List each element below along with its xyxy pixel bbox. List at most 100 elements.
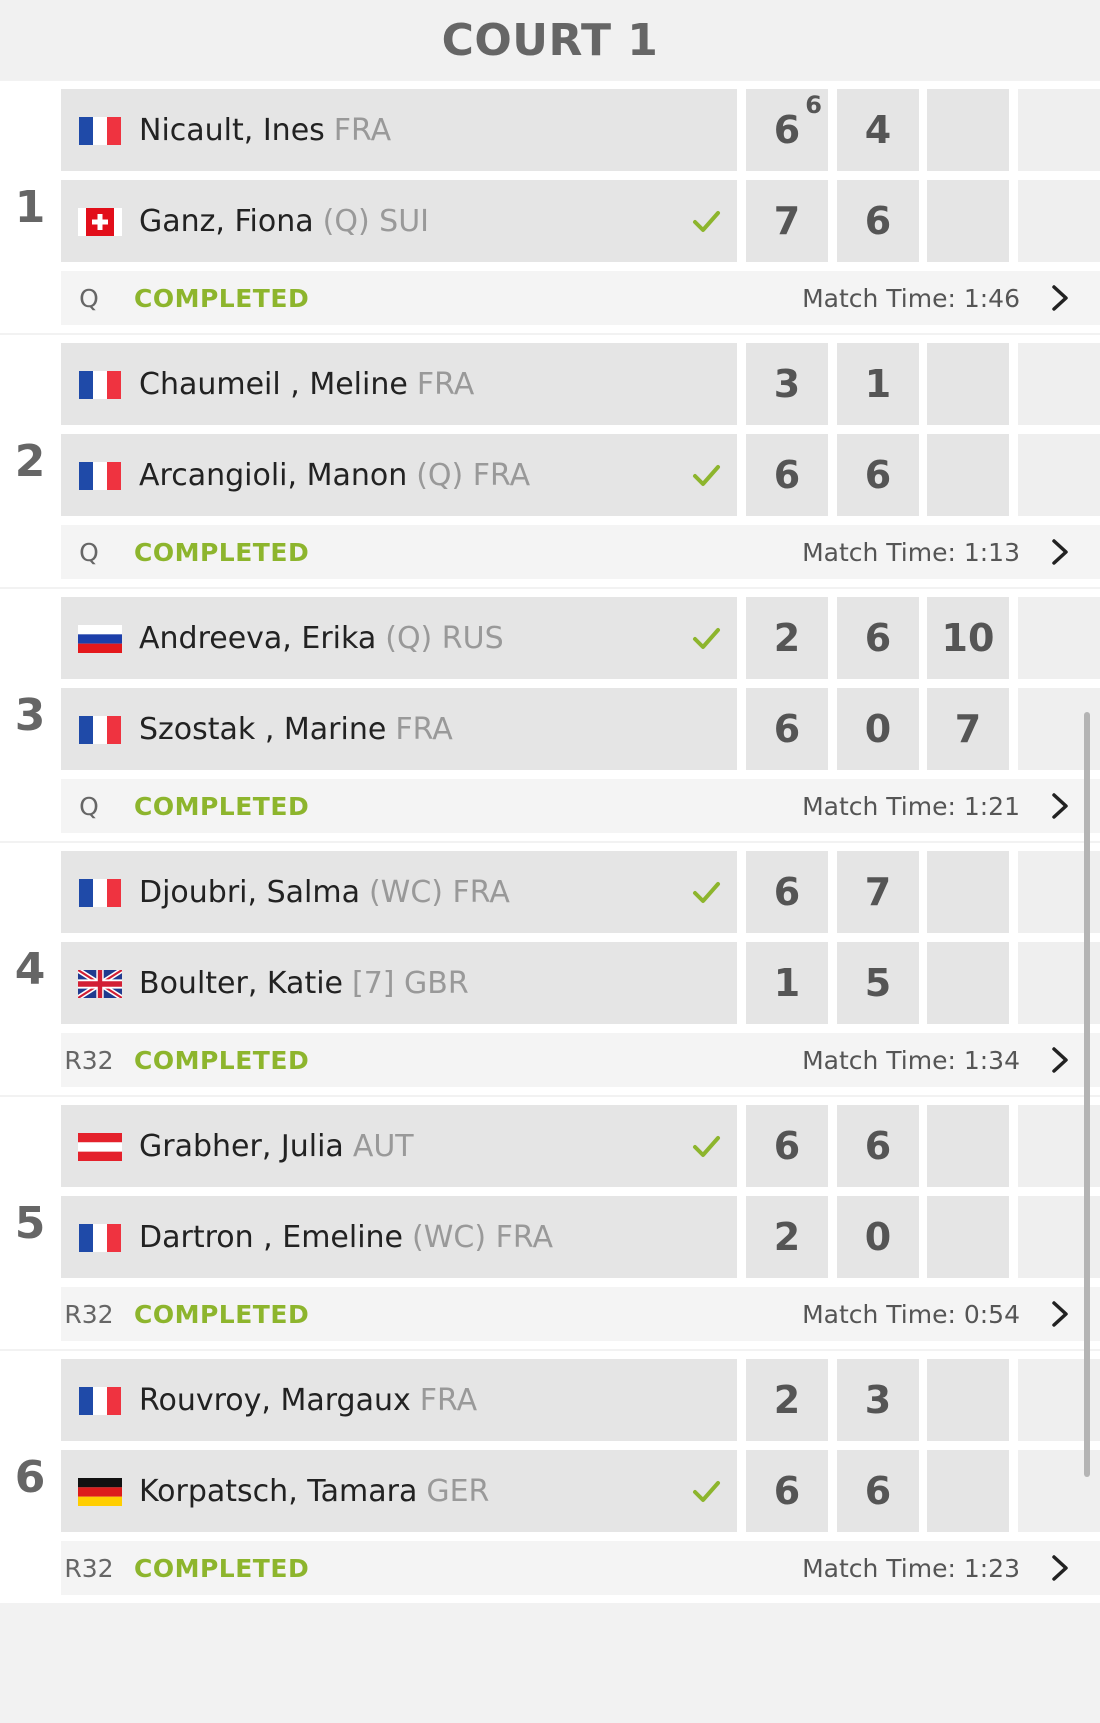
round-label: R32 <box>64 1553 114 1583</box>
chevron-right-icon[interactable] <box>1048 1046 1072 1074</box>
set-score-empty <box>1018 434 1100 516</box>
player-row[interactable]: Arcangioli, Manon (Q) FRA <box>61 434 737 516</box>
set-score-value: 6 <box>864 199 892 243</box>
player-row[interactable]: Ganz, Fiona (Q) SUI <box>61 180 737 262</box>
player-seed-country: FRA <box>416 366 475 402</box>
set-score: 6 <box>837 180 919 262</box>
chevron-right-icon[interactable] <box>1048 1554 1072 1582</box>
set-score-value: 2 <box>773 1215 801 1259</box>
player-name: Korpatsch, Tamara <box>139 1473 418 1509</box>
set-score-value: 6 <box>864 1469 892 1513</box>
set-score: 6 <box>746 688 828 770</box>
check-icon <box>689 621 723 655</box>
flag-fra-icon <box>78 1387 122 1415</box>
player-name-wrap: Rouvroy, Margaux FRA <box>139 1359 477 1441</box>
set-score <box>927 180 1009 262</box>
set-score: 4 <box>837 89 919 171</box>
flag-fra-icon <box>78 879 122 907</box>
set-score-value: 1 <box>773 961 801 1005</box>
player-row[interactable]: Nicault, Ines FRA <box>61 89 737 171</box>
tiebreak-score: 6 <box>805 91 822 119</box>
match-card: 1 Nicault, Ines FRA 664 Ganz, Fiona (Q) … <box>0 81 1100 333</box>
player-name-wrap: Ganz, Fiona (Q) SUI <box>139 180 429 262</box>
match-time: Match Time: 1:46 <box>802 283 1020 313</box>
set-score: 2 <box>746 597 828 679</box>
player-row[interactable]: Szostak , Marine FRA <box>61 688 737 770</box>
set-score-value: 6 <box>773 707 801 751</box>
match-status-row[interactable]: R32 COMPLETED Match Time: 1:23 <box>61 1541 1100 1595</box>
chevron-right-icon[interactable] <box>1048 538 1072 566</box>
player-seed-country: (Q) SUI <box>322 203 430 239</box>
player-row[interactable]: Chaumeil , Meline FRA <box>61 343 737 425</box>
set-score: 2 <box>746 1359 828 1441</box>
chevron-right-icon[interactable] <box>1048 284 1072 312</box>
player-row[interactable]: Rouvroy, Margaux FRA <box>61 1359 737 1441</box>
set-score-value: 4 <box>864 108 892 152</box>
set-score-value: 6 <box>864 453 892 497</box>
status-label: COMPLETED <box>134 1553 310 1583</box>
match-time: Match Time: 1:34 <box>802 1045 1020 1075</box>
match-card: 2 Chaumeil , Meline FRA 3 1 Arcangioli, M… <box>0 335 1100 587</box>
player-row[interactable]: Andreeva, Erika (Q) RUS <box>61 597 737 679</box>
set-score: 7 <box>746 180 828 262</box>
match-number: 4 <box>14 943 46 995</box>
player-row[interactable]: Djoubri, Salma (WC) FRA <box>61 851 737 933</box>
set-score-value: 7 <box>864 870 892 914</box>
player-seed-country: (Q) FRA <box>416 457 531 493</box>
player-seed-country: GER <box>426 1473 490 1509</box>
player-name: Rouvroy, Margaux <box>139 1382 411 1418</box>
set-score-empty <box>1018 343 1100 425</box>
set-score: 1 <box>837 343 919 425</box>
flag-fra-icon <box>78 716 122 744</box>
set-score <box>927 1359 1009 1441</box>
player-name-wrap: Arcangioli, Manon (Q) FRA <box>139 434 530 516</box>
match-number: 5 <box>14 1197 46 1249</box>
player-name-wrap: Grabher, Julia AUT <box>139 1105 414 1187</box>
chevron-right-icon[interactable] <box>1048 792 1072 820</box>
match-status-row[interactable]: Q COMPLETED Match Time: 1:46 <box>61 271 1100 325</box>
flag-fra-icon <box>78 462 122 490</box>
match-number: 2 <box>14 435 46 487</box>
status-label: COMPLETED <box>134 537 310 567</box>
player-name: Andreeva, Erika <box>139 620 377 656</box>
chevron-right-icon[interactable] <box>1048 1300 1072 1328</box>
player-name: Ganz, Fiona <box>139 203 314 239</box>
match-status-row[interactable]: Q COMPLETED Match Time: 1:13 <box>61 525 1100 579</box>
set-score <box>927 343 1009 425</box>
player-row[interactable]: Boulter, Katie [7] GBR <box>61 942 737 1024</box>
set-score-value: 2 <box>773 1378 801 1422</box>
match-time: Match Time: 0:54 <box>802 1299 1020 1329</box>
player-name-wrap: Chaumeil , Meline FRA <box>139 343 474 425</box>
match-status-row[interactable]: R32 COMPLETED Match Time: 1:34 <box>61 1033 1100 1087</box>
player-row[interactable]: Dartron , Emeline (WC) FRA <box>61 1196 737 1278</box>
player-name-wrap: Djoubri, Salma (WC) FRA <box>139 851 510 933</box>
check-icon <box>689 1129 723 1163</box>
player-row[interactable]: Grabher, Julia AUT <box>61 1105 737 1187</box>
match-status-row[interactable]: Q COMPLETED Match Time: 1:21 <box>61 779 1100 833</box>
scrollbar[interactable] <box>1084 712 1090 1477</box>
set-score: 3 <box>746 343 828 425</box>
player-row[interactable]: Korpatsch, Tamara GER <box>61 1450 737 1532</box>
player-name-wrap: Szostak , Marine FRA <box>139 688 453 770</box>
set-score-empty <box>1018 597 1100 679</box>
set-score <box>927 1450 1009 1532</box>
set-score-value: 6 <box>864 1124 892 1168</box>
set-score: 6 <box>837 597 919 679</box>
round-label: Q <box>79 791 99 821</box>
player-seed-country: FRA <box>395 711 453 747</box>
match-time: Match Time: 1:23 <box>802 1553 1020 1583</box>
status-label: COMPLETED <box>134 283 310 313</box>
flag-rus-icon <box>78 625 122 653</box>
set-score-empty <box>1018 89 1100 171</box>
flag-fra-icon <box>78 371 122 399</box>
flag-fra-icon <box>78 1224 122 1252</box>
set-score-value: 0 <box>864 707 892 751</box>
player-name: Grabher, Julia <box>139 1128 344 1164</box>
match-status-row[interactable]: R32 COMPLETED Match Time: 0:54 <box>61 1287 1100 1341</box>
check-icon <box>689 1474 723 1508</box>
set-score: 3 <box>837 1359 919 1441</box>
set-score-value: 6 <box>773 870 801 914</box>
set-score-value: 1 <box>864 362 892 406</box>
round-label: Q <box>79 537 99 567</box>
set-score: 7 <box>927 688 1009 770</box>
